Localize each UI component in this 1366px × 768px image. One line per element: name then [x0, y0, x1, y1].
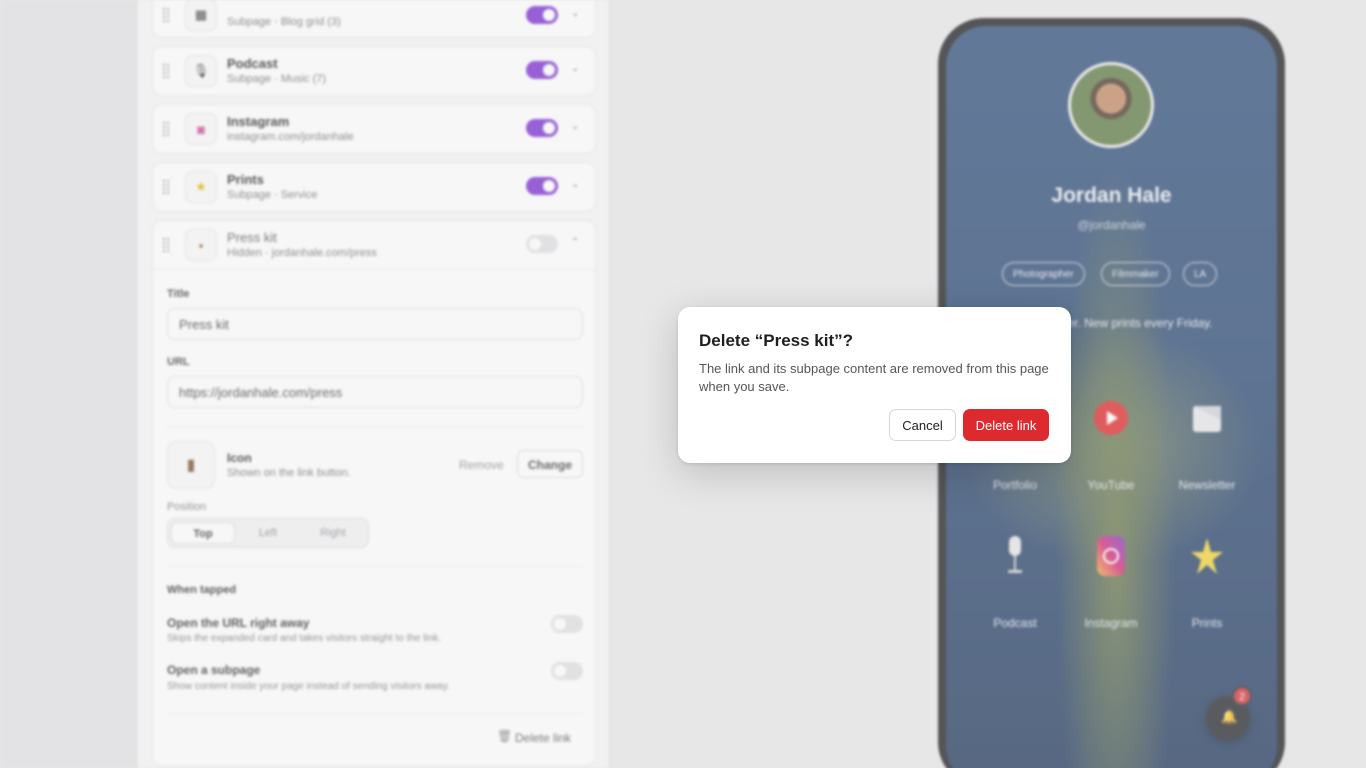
delete-confirmation-dialog: Delete “Press kit”? The link and its sub…	[678, 307, 1071, 463]
cancel-button[interactable]: Cancel	[889, 409, 956, 441]
delete-link-confirm-button[interactable]: Delete link	[963, 409, 1049, 441]
dialog-message: The link and its subpage content are rem…	[699, 361, 1049, 394]
dialog-title: Delete “Press kit”?	[699, 331, 854, 350]
